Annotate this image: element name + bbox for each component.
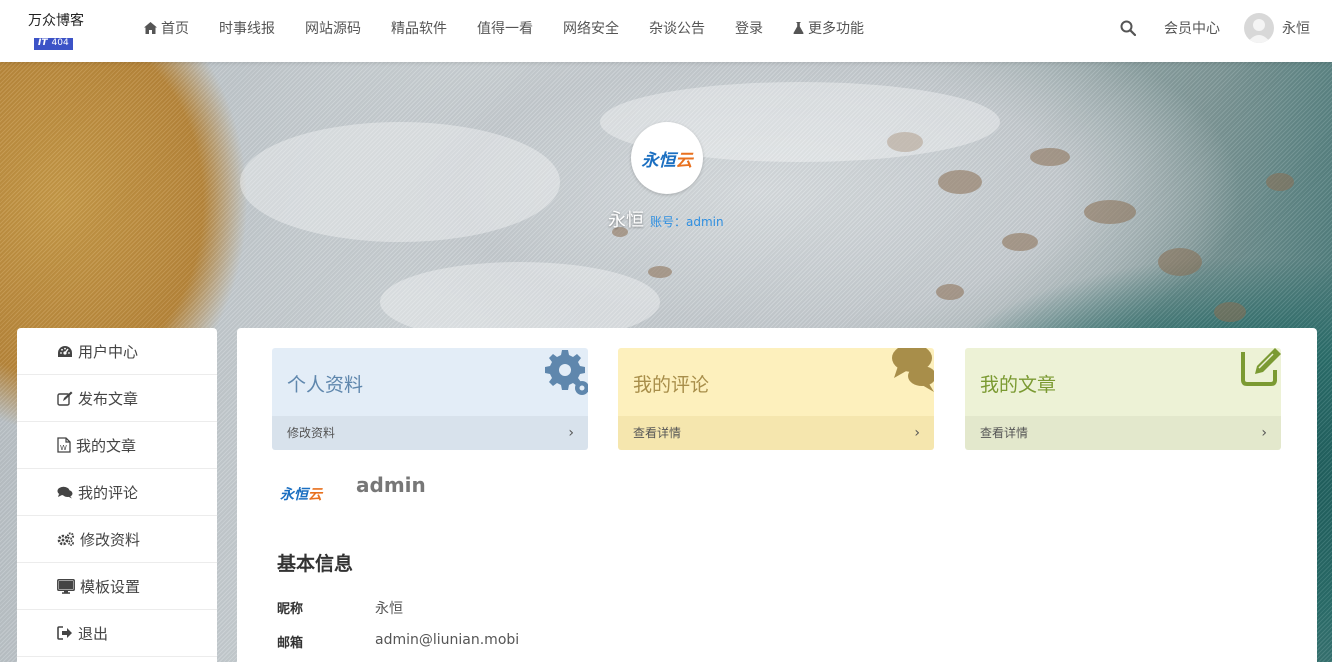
nav-username[interactable]: 永恒 — [1282, 18, 1310, 38]
logo-badge-it: IT — [35, 38, 51, 49]
profile-name-row: 永恒 账号： admin — [608, 206, 724, 231]
card-link-label: 查看详情 — [633, 426, 682, 440]
chevron-right-icon: › — [568, 425, 574, 441]
nav-item-label: 更多功能 — [808, 21, 864, 37]
sidebar-item-label: 用户中心 — [78, 342, 139, 361]
desktop-icon — [57, 578, 75, 594]
comments-icon — [57, 486, 73, 498]
sidebar-item-label: 发布文章 — [78, 389, 139, 408]
sign-out-icon — [57, 626, 72, 640]
info-label: 昵称 — [277, 602, 304, 617]
search-icon[interactable] — [1120, 20, 1136, 36]
comments-icon — [892, 348, 934, 392]
nav-item-news[interactable]: 时事线报 — [219, 18, 275, 38]
card-link-label: 修改资料 — [287, 426, 336, 440]
profile-avatar: 永恒云 — [631, 122, 703, 194]
top-navbar: 万众博客 IT 404 首页 时事线报 网站源码 精品软件 值得一看 网络安全 … — [0, 0, 1332, 62]
sidebar-item-user-center[interactable]: 用户中心 — [17, 328, 217, 375]
yongheng-cloud-logo: 永恒云 — [280, 487, 322, 503]
nav-item-label: 时事线报 — [219, 21, 275, 37]
logo-title: 万众博客 — [28, 13, 84, 29]
sidebar-item-logout[interactable]: 退出 — [17, 610, 217, 657]
user-avatar[interactable] — [1244, 13, 1274, 43]
comments-card[interactable]: 我的评论 查看详情 › — [618, 348, 934, 450]
card-title: 个人资料 — [287, 374, 364, 396]
nav-item-source-code[interactable]: 网站源码 — [305, 18, 361, 38]
nav-item-label: 网站源码 — [305, 21, 361, 37]
nav-item-home[interactable]: 首页 — [144, 18, 189, 38]
profile-card[interactable]: 个人资料 修改资料 › — [272, 348, 588, 450]
card-footer-link[interactable]: 查看详情 › — [965, 416, 1281, 450]
member-center-link[interactable]: 会员中心 — [1164, 18, 1220, 38]
nav-item-label: 精品软件 — [391, 21, 447, 37]
card-footer-link[interactable]: 查看详情 › — [618, 416, 934, 450]
yongheng-cloud-logo: 永恒云 — [641, 150, 693, 171]
nav-item-announcements[interactable]: 杂谈公告 — [649, 18, 705, 38]
user-sidebar: 用户中心 发布文章 W 我的文章 我的评论 修改资料 模板设置 退出 — [17, 328, 217, 662]
card-footer-link[interactable]: 修改资料 › — [272, 416, 588, 450]
articles-card[interactable]: 我的文章 查看详情 › — [965, 348, 1281, 450]
sidebar-item-edit-profile[interactable]: 修改资料 — [17, 516, 217, 563]
card-link-label: 查看详情 — [980, 426, 1029, 440]
chevron-right-icon: › — [914, 425, 920, 441]
default-avatar-icon — [1247, 19, 1271, 43]
profile-account-label: 账号： — [650, 215, 687, 229]
nav-item-label: 网络安全 — [563, 21, 619, 37]
sidebar-item-label: 我的评论 — [78, 483, 139, 502]
main-nav: 首页 时事线报 网站源码 精品软件 值得一看 网络安全 杂谈公告 登录 更多功能 — [144, 0, 894, 56]
basic-info-title: 基本信息 — [277, 553, 354, 575]
info-value: 永恒 — [375, 601, 403, 617]
sidebar-item-post-article[interactable]: 发布文章 — [17, 375, 217, 422]
nav-item-worth-watching[interactable]: 值得一看 — [477, 18, 533, 38]
gears-icon — [57, 532, 75, 546]
flask-icon — [793, 22, 804, 34]
pencil-square-icon — [1241, 348, 1281, 386]
chevron-right-icon: › — [1261, 425, 1267, 441]
nav-item-label: 首页 — [161, 21, 189, 37]
sidebar-item-my-articles[interactable]: W 我的文章 — [17, 422, 217, 469]
home-icon — [144, 22, 157, 34]
word-file-icon: W — [57, 437, 71, 453]
sidebar-item-template-settings[interactable]: 模板设置 — [17, 563, 217, 610]
sidebar-item-label: 我的文章 — [76, 436, 137, 455]
card-title: 我的评论 — [633, 374, 710, 396]
nav-item-software[interactable]: 精品软件 — [391, 18, 447, 38]
nav-item-more[interactable]: 更多功能 — [793, 18, 864, 38]
sidebar-item-my-comments[interactable]: 我的评论 — [17, 469, 217, 516]
nav-item-label: 值得一看 — [477, 21, 533, 37]
nav-item-label: 登录 — [735, 21, 763, 37]
cogs-icon — [545, 350, 588, 395]
user-account-name: admin — [356, 473, 426, 497]
logo-badge-num: 404 — [50, 38, 72, 49]
sidebar-item-label: 退出 — [78, 624, 109, 643]
profile-name: 永恒 — [608, 210, 644, 231]
nav-item-login[interactable]: 登录 — [735, 18, 763, 38]
edit-icon — [57, 391, 73, 406]
profile-account: admin — [686, 215, 724, 229]
sidebar-item-label: 修改资料 — [80, 530, 141, 549]
nav-item-security[interactable]: 网络安全 — [563, 18, 619, 38]
user-avatar-logo: 永恒云 — [280, 484, 326, 504]
logo-badge: IT 404 — [34, 37, 73, 50]
info-value: admin@liunian.mobi — [375, 632, 520, 648]
site-logo[interactable]: 万众博客 IT 404 — [28, 12, 88, 50]
svg-text:W: W — [60, 444, 67, 452]
user-center-main: 个人资料 修改资料 › 我的评论 查看详情 › 我的文章 查看详情 › 永恒云 … — [237, 328, 1317, 662]
sidebar-item-label: 模板设置 — [80, 577, 141, 596]
nav-item-label: 杂谈公告 — [649, 21, 705, 37]
card-title: 我的文章 — [980, 374, 1057, 396]
info-label: 邮箱 — [277, 636, 304, 651]
nav-user-area: 会员中心 永恒 — [1072, 0, 1332, 56]
dashboard-icon — [58, 345, 72, 357]
